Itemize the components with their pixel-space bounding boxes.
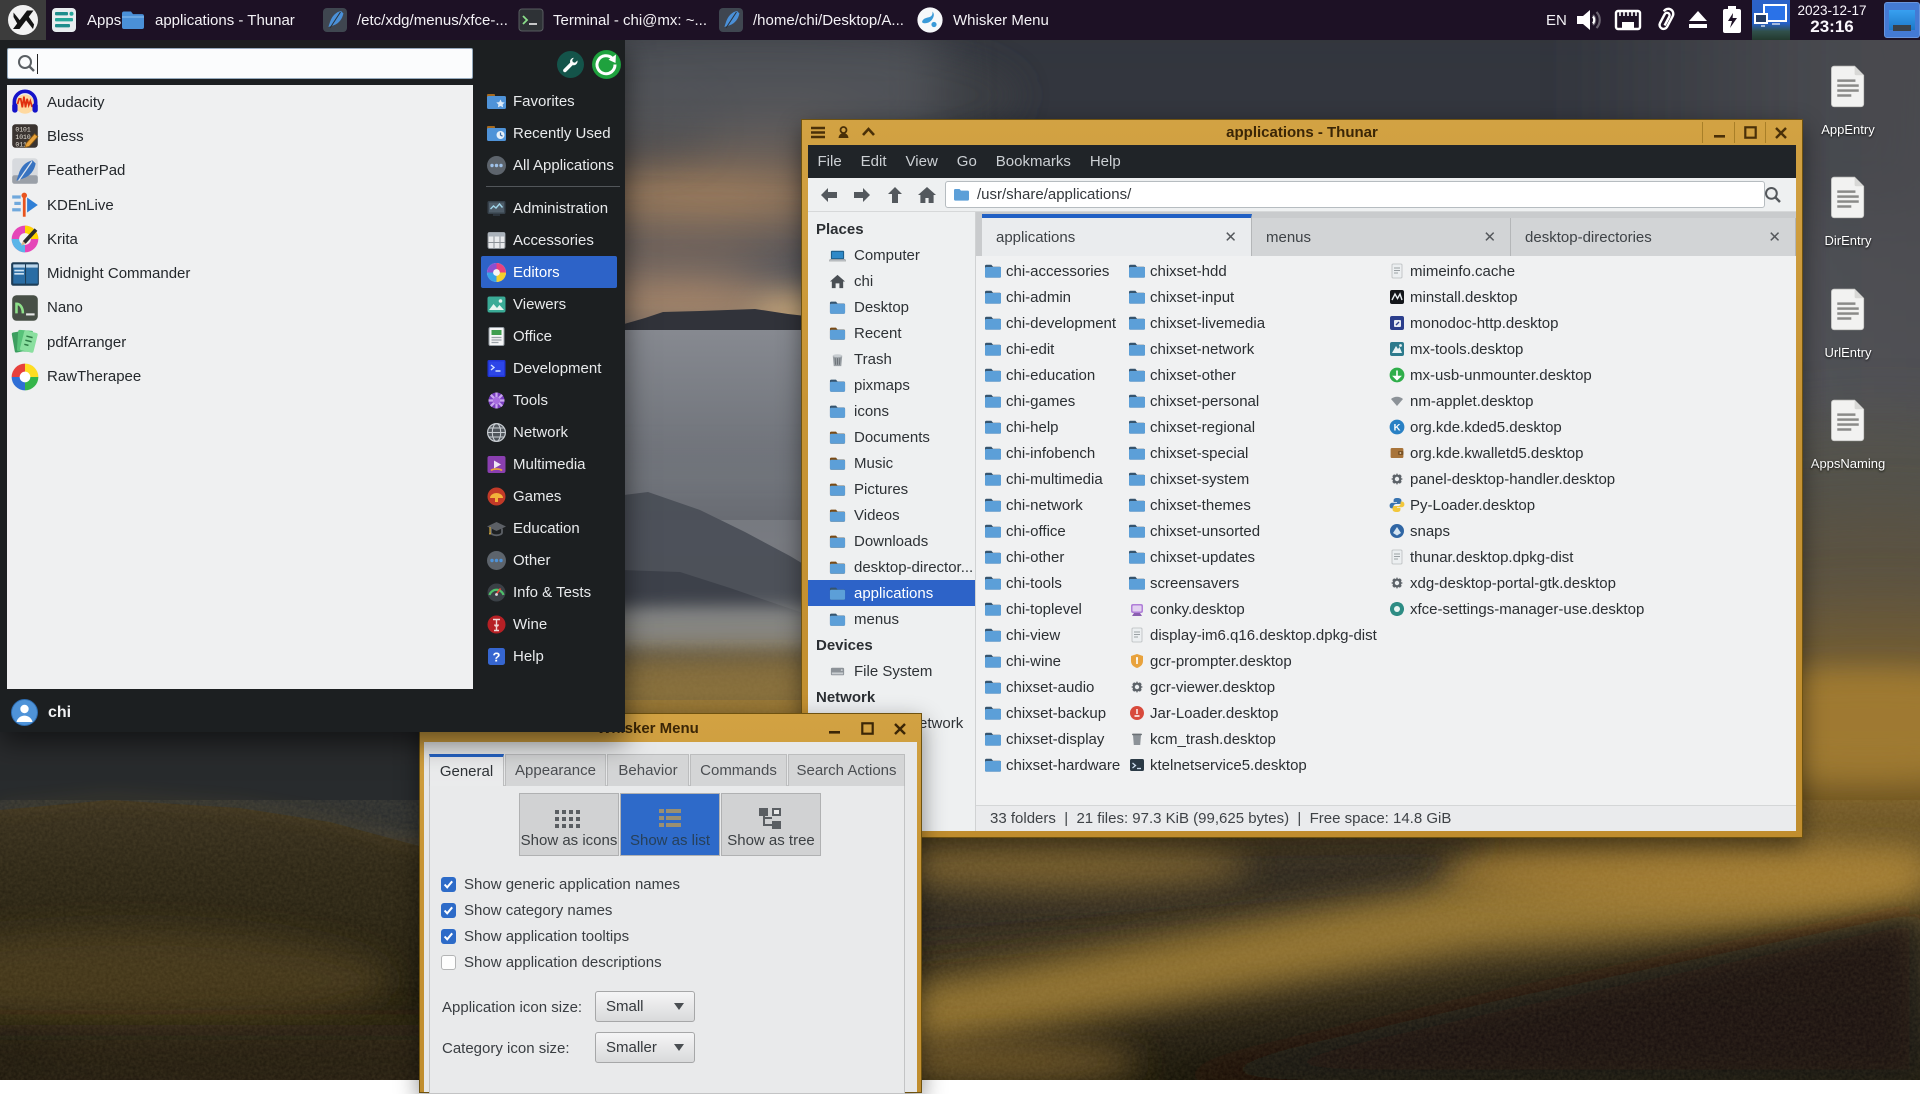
svg-text:0101: 0101 [15,127,31,134]
svg-text:?: ? [493,649,501,664]
svg-text:K: K [1394,423,1401,434]
